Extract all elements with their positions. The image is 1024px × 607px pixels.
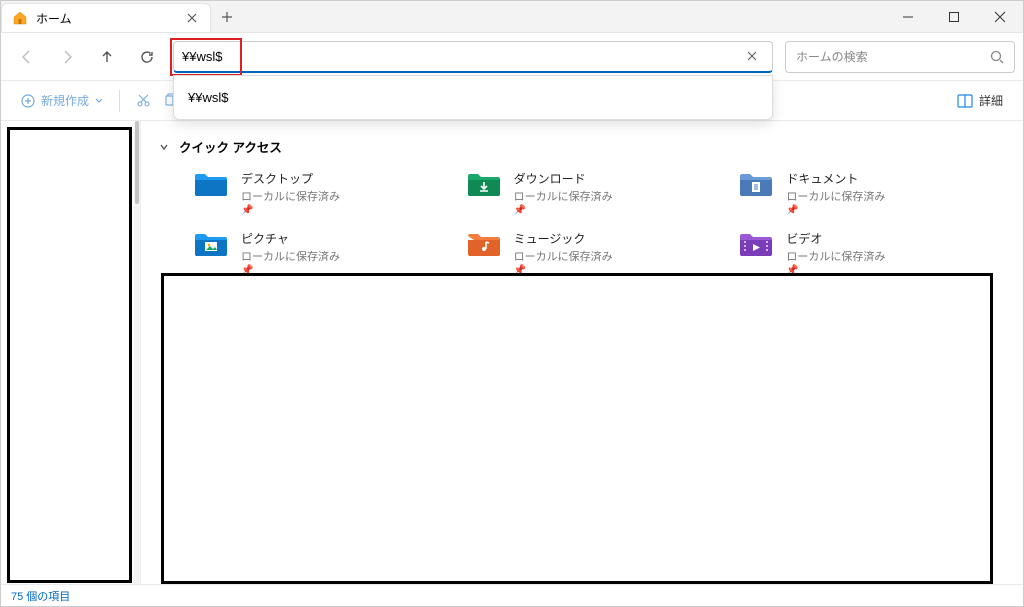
qa-name: ミュージック bbox=[514, 230, 613, 247]
chevron-down-icon bbox=[159, 142, 169, 152]
status-bar: 75 個の項目 bbox=[1, 584, 1023, 606]
folder-music-icon bbox=[466, 230, 502, 258]
details-label: 詳細 bbox=[979, 92, 1003, 109]
qa-sub: ローカルに保存済み bbox=[241, 248, 340, 264]
status-text: 75 個の項目 bbox=[11, 588, 70, 604]
qa-sub: ローカルに保存済み bbox=[514, 248, 613, 264]
toolbar-divider bbox=[119, 90, 120, 112]
navbar: ¥¥wsl$ ホームの検索 bbox=[1, 33, 1023, 81]
qa-item-desktop[interactable]: デスクトップ ローカルに保存済み 📌 bbox=[193, 170, 456, 216]
body: クイック アクセス デスクトップ ローカルに保存済み 📌 bbox=[1, 121, 1023, 584]
address-bar-wrap: ¥¥wsl$ bbox=[173, 41, 773, 73]
qa-sub: ローカルに保存済み bbox=[786, 188, 885, 204]
minimize-button[interactable] bbox=[885, 1, 931, 32]
qa-pin: 📌 bbox=[786, 205, 885, 216]
qa-name: ドキュメント bbox=[786, 170, 885, 187]
tab-title: ホーム bbox=[36, 10, 176, 27]
search-icon bbox=[990, 50, 1004, 64]
home-icon bbox=[12, 10, 28, 26]
main-content: クイック アクセス デスクトップ ローカルに保存済み 📌 bbox=[141, 121, 1023, 584]
up-button[interactable] bbox=[89, 39, 125, 75]
qa-item-download[interactable]: ダウンロード ローカルに保存済み 📌 bbox=[466, 170, 729, 216]
folder-download-icon bbox=[466, 170, 502, 198]
qa-pin: 📌 bbox=[241, 205, 340, 216]
address-input[interactable] bbox=[182, 49, 740, 64]
refresh-button[interactable] bbox=[129, 39, 165, 75]
quick-access-grid: デスクトップ ローカルに保存済み 📌 ダウンロード ローカルに保存済み 📌 bbox=[153, 170, 1011, 276]
close-window-button[interactable] bbox=[977, 1, 1023, 32]
address-suggestion-item[interactable]: ¥¥wsl$ bbox=[174, 82, 772, 113]
clear-address-icon[interactable] bbox=[740, 44, 764, 68]
titlebar: ホーム bbox=[1, 1, 1023, 33]
window-controls bbox=[885, 1, 1023, 32]
new-label: 新規作成 bbox=[41, 92, 89, 109]
qa-sub: ローカルに保存済み bbox=[241, 188, 340, 204]
titlebar-spacer bbox=[243, 1, 885, 32]
details-icon bbox=[957, 94, 973, 108]
forward-button[interactable] bbox=[49, 39, 85, 75]
qa-name: ビデオ bbox=[786, 230, 885, 247]
quick-access-header[interactable]: クイック アクセス bbox=[159, 137, 1011, 156]
qa-name: デスクトップ bbox=[241, 170, 340, 187]
folder-desktop-icon bbox=[193, 170, 229, 198]
qa-pin: 📌 bbox=[514, 205, 613, 216]
qa-item-picture[interactable]: ピクチャ ローカルに保存済み 📌 bbox=[193, 230, 456, 276]
folder-document-icon bbox=[738, 170, 774, 198]
qa-sub: ローカルに保存済み bbox=[514, 188, 613, 204]
sidebar-scrollbar[interactable] bbox=[134, 121, 140, 584]
address-bar[interactable] bbox=[173, 41, 773, 73]
folder-video-icon bbox=[738, 230, 774, 258]
search-placeholder: ホームの検索 bbox=[796, 48, 990, 65]
chevron-down-icon bbox=[95, 97, 103, 105]
sidebar-redaction bbox=[7, 127, 132, 583]
main-redaction bbox=[161, 273, 993, 584]
quick-access-heading: クイック アクセス bbox=[179, 137, 282, 156]
address-suggestions: ¥¥wsl$ bbox=[173, 75, 773, 120]
new-tab-button[interactable] bbox=[211, 1, 243, 32]
qa-item-document[interactable]: ドキュメント ローカルに保存済み 📌 bbox=[738, 170, 1001, 216]
qa-sub: ローカルに保存済み bbox=[786, 248, 885, 264]
details-button[interactable]: 詳細 bbox=[951, 88, 1009, 113]
scissors-icon bbox=[136, 93, 151, 108]
new-button[interactable]: 新規作成 bbox=[15, 88, 109, 113]
sidebar bbox=[1, 121, 141, 584]
folder-picture-icon bbox=[193, 230, 229, 258]
cut-button[interactable] bbox=[130, 89, 157, 112]
qa-item-music[interactable]: ミュージック ローカルに保存済み 📌 bbox=[466, 230, 729, 276]
tab-home[interactable]: ホーム bbox=[1, 3, 211, 32]
plus-circle-icon bbox=[21, 94, 35, 108]
qa-name: ピクチャ bbox=[241, 230, 340, 247]
maximize-button[interactable] bbox=[931, 1, 977, 32]
search-box[interactable]: ホームの検索 bbox=[785, 41, 1015, 73]
tab-close-icon[interactable] bbox=[184, 10, 200, 26]
back-button[interactable] bbox=[9, 39, 45, 75]
qa-name: ダウンロード bbox=[514, 170, 613, 187]
qa-item-video[interactable]: ビデオ ローカルに保存済み 📌 bbox=[738, 230, 1001, 276]
